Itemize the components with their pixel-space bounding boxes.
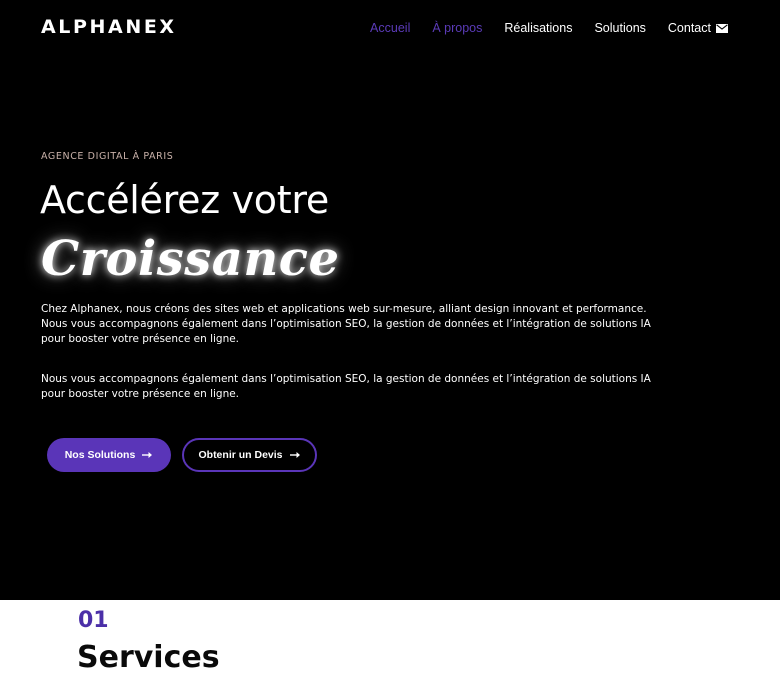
obtenir-devis-label: Obtenir un Devis	[198, 449, 283, 461]
brand-logo[interactable]: ALPHANEX	[41, 16, 177, 38]
paragraph-line: Nous vous accompagnons également dans l’…	[41, 318, 651, 330]
hero-eyebrow: AGENCE DIGITAL À PARIS	[41, 151, 174, 162]
obtenir-devis-button[interactable]: Obtenir un Devis	[182, 438, 317, 472]
nav-item-accueil[interactable]: Accueil	[370, 20, 410, 36]
mail-icon	[716, 23, 728, 33]
paragraph-line: Chez Alphanex, nous créons des sites web…	[41, 303, 647, 315]
nav-item-realisations[interactable]: Réalisations	[504, 20, 572, 36]
arrow-right-icon	[289, 452, 300, 458]
nav-item-contact-label: Contact	[667, 21, 711, 35]
paragraph-line: pour booster votre présence en ligne.	[41, 388, 240, 400]
arrow-right-icon	[142, 452, 153, 458]
section-title: Services	[77, 640, 220, 675]
hero-headline: Accélérez votre	[40, 178, 329, 222]
hero-headline-accent: Croissance	[41, 231, 340, 287]
paragraph-line: pour booster votre présence en ligne.	[41, 333, 240, 345]
nav-item-contact[interactable]: Contact	[668, 20, 728, 36]
paragraph-line: Nous vous accompagnons également dans l’…	[41, 373, 651, 385]
nos-solutions-label: Nos Solutions	[64, 449, 136, 461]
nav-item-a-propos[interactable]: À propos	[432, 20, 482, 36]
main-nav: Accueil À propos Réalisations Solutions …	[370, 20, 728, 36]
nav-item-solutions[interactable]: Solutions	[594, 20, 645, 36]
hero-section: ALPHANEX Accueil À propos Réalisations S…	[0, 0, 780, 600]
hero-paragraph-secondary: Nous vous accompagnons également dans l’…	[41, 372, 651, 402]
services-section: 01 Services	[0, 600, 780, 680]
hero-paragraph: Chez Alphanex, nous créons des sites web…	[41, 302, 651, 347]
nos-solutions-button[interactable]: Nos Solutions	[47, 438, 171, 472]
section-number: 01	[78, 608, 109, 633]
